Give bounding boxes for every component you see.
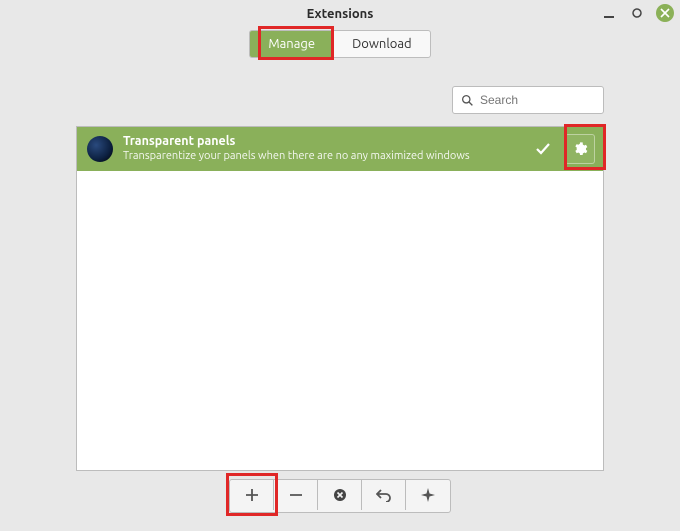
minus-icon xyxy=(289,488,303,502)
plus-icon xyxy=(245,488,259,502)
disable-button[interactable] xyxy=(318,480,362,510)
settings-button[interactable] xyxy=(565,134,595,164)
tab-download[interactable]: Download xyxy=(334,31,430,57)
extension-row[interactable]: Transparent panels Transparentize your p… xyxy=(77,127,603,171)
sparkle-icon xyxy=(421,488,435,502)
close-circle-icon xyxy=(333,488,347,502)
window-controls xyxy=(600,4,674,22)
extension-text: Transparent panels Transparentize your p… xyxy=(123,134,521,163)
extensions-list: Transparent panels Transparentize your p… xyxy=(76,126,604,471)
window-title: Extensions xyxy=(307,7,374,21)
search-icon xyxy=(461,94,474,107)
more-button[interactable] xyxy=(406,480,450,510)
undo-button[interactable] xyxy=(362,480,406,510)
remove-button[interactable] xyxy=(274,480,318,510)
toolbar-group xyxy=(229,479,451,513)
add-button[interactable] xyxy=(230,480,274,510)
maximize-button[interactable] xyxy=(628,4,646,22)
gear-icon xyxy=(572,141,588,157)
close-button[interactable] xyxy=(656,4,674,22)
extension-description: Transparentize your panels when there ar… xyxy=(123,150,521,164)
check-icon xyxy=(531,141,555,157)
search-box[interactable] xyxy=(452,86,604,114)
extension-icon xyxy=(87,136,113,162)
tabs-row: Manage Download xyxy=(0,28,680,68)
titlebar: Extensions xyxy=(0,0,680,28)
tab-manage[interactable]: Manage xyxy=(250,31,334,57)
toolbar xyxy=(76,479,604,513)
search-row xyxy=(0,68,680,120)
search-input[interactable] xyxy=(480,93,635,107)
tab-group: Manage Download xyxy=(249,30,430,58)
minimize-button[interactable] xyxy=(600,4,618,22)
undo-icon xyxy=(376,488,392,502)
extension-title: Transparent panels xyxy=(123,134,521,150)
